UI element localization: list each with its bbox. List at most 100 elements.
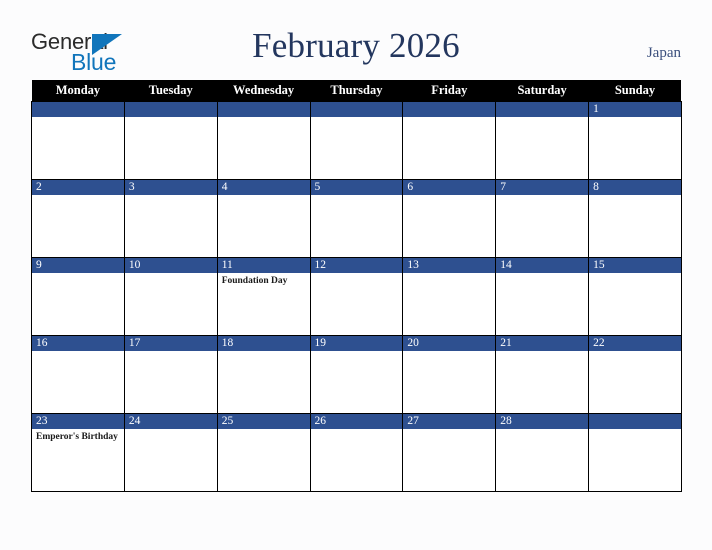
page-header: General Blue February 2026 Japan — [0, 0, 712, 80]
calendar-day-cell[interactable]: 28 — [495, 413, 590, 492]
day-cell-inner — [403, 102, 496, 179]
calendar-day-cell[interactable]: 16 — [31, 335, 125, 414]
day-cell-inner — [496, 102, 589, 179]
calendar-day-cell[interactable]: 27 — [402, 413, 497, 492]
day-cell-inner: 17 — [124, 336, 217, 413]
calendar-day-cell[interactable]: 24 — [123, 413, 218, 492]
calendar-day-cell[interactable]: 23 Emperor's Birthday — [31, 413, 125, 492]
weekday-header-friday: Friday — [402, 80, 496, 102]
day-number — [589, 414, 681, 429]
day-cell-inner: 9 — [32, 258, 124, 335]
day-number: 22 — [589, 336, 681, 351]
day-cell-inner: 13 — [403, 258, 496, 335]
calendar-day-cell[interactable]: 7 — [495, 179, 590, 258]
weekday-header-thursday: Thursday — [310, 80, 403, 102]
country-label: Japan — [646, 45, 681, 61]
day-cell-inner: 4 — [217, 180, 310, 257]
calendar-day-cell[interactable] — [216, 101, 311, 180]
day-cell-inner: 2 — [32, 180, 124, 257]
day-number: 19 — [310, 336, 403, 351]
day-number: 14 — [496, 258, 589, 273]
day-number: 18 — [217, 336, 310, 351]
day-number: 12 — [310, 258, 403, 273]
calendar-day-cell[interactable]: 20 — [402, 335, 497, 414]
day-event-area: Emperor's Birthday — [32, 429, 124, 444]
calendar-day-cell[interactable]: 13 — [402, 257, 497, 336]
calendar-day-cell[interactable]: 26 — [309, 413, 404, 492]
day-number — [32, 102, 124, 117]
calendar-day-cell[interactable]: 17 — [123, 335, 218, 414]
calendar-day-cell[interactable]: 22 — [588, 335, 682, 414]
calendar-day-cell[interactable]: 2 — [31, 179, 125, 258]
calendar-day-cell[interactable]: 6 — [402, 179, 497, 258]
calendar-day-cell[interactable]: 15 — [588, 257, 682, 336]
day-cell-inner: 22 — [589, 336, 681, 413]
day-number: 24 — [124, 414, 217, 429]
day-number: 20 — [403, 336, 496, 351]
day-event-area: Foundation Day — [218, 273, 310, 288]
calendar-day-cell[interactable] — [495, 101, 590, 180]
calendar-day-cell[interactable] — [31, 101, 125, 180]
day-number — [403, 102, 496, 117]
day-cell-inner: 8 — [589, 180, 681, 257]
day-number: 1 — [589, 102, 681, 117]
day-number: 28 — [496, 414, 589, 429]
day-cell-inner — [32, 102, 124, 179]
day-cell-inner: 24 — [124, 414, 217, 491]
calendar-day-cell[interactable]: 14 — [495, 257, 590, 336]
day-cell-inner: 23 Emperor's Birthday — [32, 414, 124, 491]
calendar-day-cell[interactable]: 4 — [216, 179, 311, 258]
day-cell-inner: 1 — [589, 102, 681, 179]
calendar-day-cell[interactable]: 10 — [123, 257, 218, 336]
day-cell-inner: 27 — [403, 414, 496, 491]
day-cell-inner — [124, 102, 217, 179]
calendar-day-cell[interactable] — [588, 413, 682, 492]
day-cell-inner: 16 — [32, 336, 124, 413]
weekday-header-wednesday: Wednesday — [217, 80, 311, 102]
day-cell-inner: 25 — [217, 414, 310, 491]
page-title: February 2026 — [252, 26, 460, 65]
day-number: 5 — [310, 180, 403, 195]
day-cell-inner: 6 — [403, 180, 496, 257]
calendar-day-cell[interactable]: 19 — [309, 335, 404, 414]
calendar-day-cell[interactable]: 25 — [216, 413, 311, 492]
holiday-label: Foundation Day — [221, 276, 288, 286]
calendar-day-cell[interactable]: 8 — [588, 179, 682, 258]
weekday-header-monday: Monday — [31, 80, 125, 102]
day-number: 17 — [124, 336, 217, 351]
day-cell-inner: 7 — [496, 180, 589, 257]
day-number: 11 — [217, 258, 310, 273]
day-number: 15 — [589, 258, 681, 273]
day-number: 25 — [217, 414, 310, 429]
day-number: 8 — [589, 180, 681, 195]
calendar-day-cell[interactable]: 5 — [309, 179, 404, 258]
calendar-day-cell[interactable]: 18 — [216, 335, 311, 414]
day-cell-inner: 14 — [496, 258, 589, 335]
day-number: 26 — [310, 414, 403, 429]
calendar-day-cell[interactable]: 3 — [123, 179, 218, 258]
day-number: 21 — [496, 336, 589, 351]
calendar-day-cell[interactable] — [123, 101, 218, 180]
weekday-header-tuesday: Tuesday — [124, 80, 218, 102]
holiday-label: Emperor's Birthday — [36, 432, 118, 442]
day-number: 13 — [403, 258, 496, 273]
day-cell-inner: 20 — [403, 336, 496, 413]
day-number: 6 — [403, 180, 496, 195]
calendar-day-cell[interactable]: 12 — [309, 257, 404, 336]
day-number: 7 — [496, 180, 589, 195]
calendar-day-cell[interactable]: 21 — [495, 335, 590, 414]
calendar-day-cell[interactable] — [309, 101, 404, 180]
day-cell-inner: 18 — [217, 336, 310, 413]
day-cell-inner: 21 — [496, 336, 589, 413]
calendar-day-cell[interactable]: 9 — [31, 257, 125, 336]
day-cell-inner: 15 — [589, 258, 681, 335]
calendar-day-cell[interactable]: 11 Foundation Day — [216, 257, 311, 336]
day-cell-inner: 11 Foundation Day — [217, 258, 310, 335]
calendar-day-cell[interactable]: 1 — [588, 101, 682, 180]
calendar-body: 1 2 3 4 5 6 7 8 9 10 11 Foundation Day 12 13 14 15 16 17 1… — [31, 101, 682, 492]
day-number: 4 — [217, 180, 310, 195]
calendar-day-cell[interactable] — [402, 101, 497, 180]
day-number: 2 — [32, 180, 124, 195]
day-cell-inner: 3 — [124, 180, 217, 257]
day-number: 27 — [403, 414, 496, 429]
